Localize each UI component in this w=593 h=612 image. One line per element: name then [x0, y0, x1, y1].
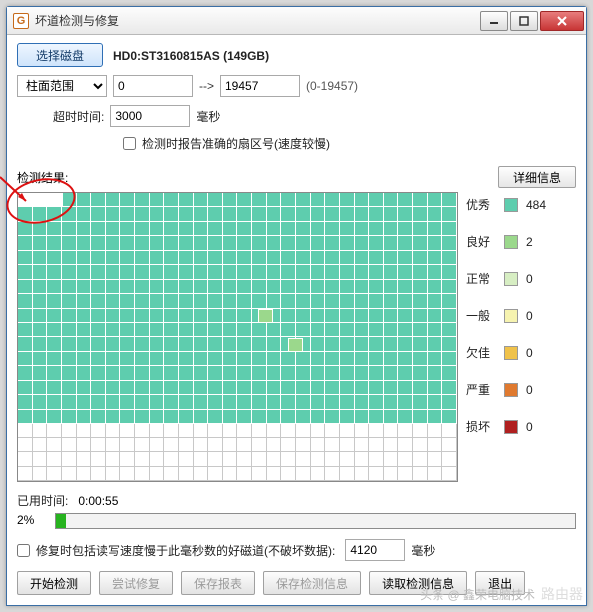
legend-name: 良好	[466, 233, 496, 250]
repair-ms-input[interactable]	[345, 539, 405, 561]
legend-swatch	[504, 235, 518, 249]
legend: 优秀 484 良好 2 正常 0 一般 0 欠佳 0 严重 0 损坏 0	[466, 192, 576, 482]
range-from-input[interactable]	[113, 75, 193, 97]
maximize-button[interactable]	[510, 11, 538, 31]
app-window: G 坏道检测与修复 选择磁盘 HD0:ST3160815AS (149GB) 柱…	[6, 6, 587, 606]
legend-row: 正常 0	[466, 270, 576, 287]
disk-info: HD0:ST3160815AS (149GB)	[113, 47, 269, 63]
cell-good-1	[258, 309, 273, 323]
save-scan-info-button[interactable]: 保存检测信息	[263, 571, 361, 595]
detail-info-button[interactable]: 详细信息	[498, 166, 576, 188]
cell-good-2	[288, 338, 303, 352]
legend-swatch	[504, 272, 518, 286]
accurate-sector-label: 检测时报告准确的扇区号(速度较慢)	[142, 135, 330, 152]
progress-bar-fill	[56, 514, 66, 528]
legend-name: 严重	[466, 381, 496, 398]
legend-count: 0	[526, 309, 533, 323]
accurate-sector-checkbox[interactable]	[123, 137, 136, 150]
timeout-unit: 毫秒	[196, 108, 220, 125]
repair-slow-checkbox[interactable]	[17, 544, 30, 557]
legend-count: 0	[526, 420, 533, 434]
legend-row: 优秀 484	[466, 196, 576, 213]
legend-count: 484	[526, 198, 546, 212]
save-report-button[interactable]: 保存报表	[181, 571, 255, 595]
legend-count: 0	[526, 346, 533, 360]
watermark-source: 头条 @ 鑫荣电脑技术	[420, 586, 535, 603]
legend-name: 正常	[466, 270, 496, 287]
scan-grid	[17, 192, 458, 482]
progress-bar	[55, 513, 576, 529]
legend-name: 损坏	[466, 418, 496, 435]
titlebar: G 坏道检测与修复	[7, 7, 586, 35]
start-scan-button[interactable]: 开始检测	[17, 571, 91, 595]
watermark-brand: 路由器	[541, 584, 583, 604]
legend-swatch	[504, 198, 518, 212]
legend-name: 欠佳	[466, 344, 496, 361]
legend-row: 严重 0	[466, 381, 576, 398]
legend-count: 0	[526, 272, 533, 286]
legend-name: 一般	[466, 307, 496, 324]
legend-count: 2	[526, 235, 533, 249]
results-label: 检测结果:	[17, 169, 498, 186]
legend-count: 0	[526, 383, 533, 397]
window-title: 坏道检测与修复	[35, 12, 480, 29]
repair-slow-label: 修复时包括读写速度慢于此毫秒数的好磁道(不破坏数据):	[36, 542, 335, 559]
legend-row: 一般 0	[466, 307, 576, 324]
used-time-label: 已用时间:	[17, 492, 68, 509]
grid-filled	[18, 193, 457, 424]
legend-name: 优秀	[466, 196, 496, 213]
watermark: 头条 @ 鑫荣电脑技术 路由器	[420, 584, 583, 604]
minimize-button[interactable]	[480, 11, 508, 31]
legend-row: 良好 2	[466, 233, 576, 250]
client-area: 选择磁盘 HD0:ST3160815AS (149GB) 柱面范围 --> (0…	[7, 35, 586, 605]
legend-row: 损坏 0	[466, 418, 576, 435]
timeout-label: 超时时间:	[53, 108, 104, 125]
close-button[interactable]	[540, 11, 584, 31]
range-arrow: -->	[199, 79, 214, 93]
legend-swatch	[504, 346, 518, 360]
used-time-value: 0:00:55	[78, 494, 118, 508]
legend-row: 欠佳 0	[466, 344, 576, 361]
select-disk-button[interactable]: 选择磁盘	[17, 43, 103, 67]
legend-swatch	[504, 309, 518, 323]
legend-swatch	[504, 383, 518, 397]
legend-swatch	[504, 420, 518, 434]
timeout-input[interactable]	[110, 105, 190, 127]
try-repair-button[interactable]: 尝试修复	[99, 571, 173, 595]
range-mode-select[interactable]: 柱面范围	[17, 75, 107, 97]
repair-ms-unit: 毫秒	[411, 542, 435, 559]
range-to-input[interactable]	[220, 75, 300, 97]
progress-percent-label: 2%	[17, 513, 47, 527]
app-icon: G	[13, 13, 29, 29]
range-hint: (0-19457)	[306, 79, 358, 93]
